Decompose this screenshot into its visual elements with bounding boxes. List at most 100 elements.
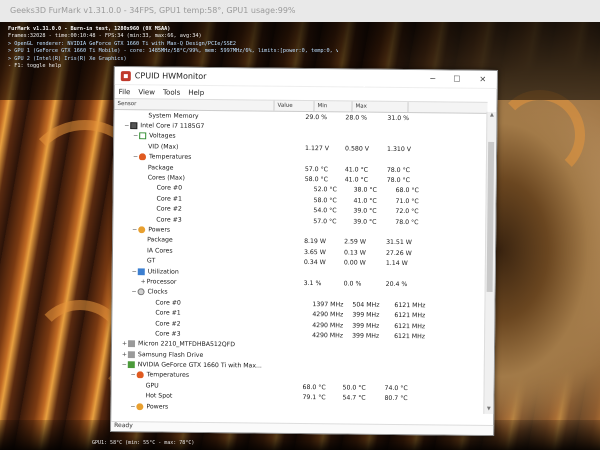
tree-toggle-icon[interactable]: −: [123, 122, 130, 129]
furmark-window-titlebar[interactable]: Geeks3D FurMark v1.31.0.0 - 34FPS, GPU1 …: [0, 0, 600, 22]
sensor-label: Temperatures: [148, 153, 192, 162]
sensor-name-cell: IA Cores: [113, 247, 300, 256]
power-icon: [138, 226, 146, 234]
sensor-min: 2.59 W: [344, 238, 367, 247]
sensor-name-cell: System Memory: [114, 112, 301, 121]
sensor-value: 58.0 °C: [313, 196, 337, 205]
sensor-max: 72.0 °C: [395, 208, 419, 216]
menu-help[interactable]: Help: [188, 88, 204, 96]
sensor-name-cell: Core #3: [112, 330, 308, 339]
sensor-value: 4290 MHz: [312, 321, 344, 329]
sensor-label: Samsung Flash Drive: [137, 350, 204, 359]
sensor-name-cell: Package: [113, 236, 300, 245]
sensor-tree[interactable]: System Memory 29.0 % 28.0 % 31.0 % − Intel Co…: [111, 110, 487, 415]
minimize-icon[interactable]: ─: [421, 70, 445, 87]
sensor-max: 31.51 W: [386, 239, 412, 247]
sensor-label: Core #3: [155, 330, 181, 338]
column-header-sensor[interactable]: Sensor: [114, 99, 275, 111]
menu-view[interactable]: View: [138, 88, 155, 96]
sensor-min: 28.0 %: [345, 114, 368, 122]
sensor-value: 79.1 °C: [302, 394, 326, 402]
vertical-scrollbar[interactable]: ▲ ▼: [483, 111, 497, 414]
scrollbar-thumb[interactable]: [486, 141, 495, 292]
sensor-value: 8.19 W: [304, 238, 327, 246]
fur-swirl-decoration: [495, 90, 585, 180]
sensor-max: 31.0 %: [387, 114, 410, 122]
sensor-max: 74.0 °C: [384, 384, 408, 392]
disk-icon: [127, 340, 136, 348]
sensor-name-cell: Core #0: [114, 184, 310, 193]
sensor-value: 29.0 %: [305, 113, 328, 121]
sensor-name-cell: Core #0: [112, 299, 308, 308]
tree-toggle-icon[interactable]: −: [130, 372, 137, 379]
hwmonitor-window[interactable]: CPUID HWMonitor ─ ☐ ✕ File View Tools He…: [110, 65, 498, 437]
sensor-label: Processor: [146, 278, 177, 286]
menu-tools[interactable]: Tools: [163, 88, 180, 96]
sensor-label: Core #0: [155, 299, 181, 307]
sensor-label: Core #0: [156, 184, 183, 193]
sensor-value: 3.1 %: [303, 279, 322, 288]
sensor-max: 68.0 °C: [395, 187, 419, 195]
sensor-label: Voltages: [149, 132, 176, 141]
sensor-label: Core #2: [155, 319, 181, 328]
temperature-icon: [136, 371, 144, 379]
sensor-min: 399 MHz: [352, 322, 380, 330]
sensor-max: 6121 MHz: [394, 312, 426, 320]
sensor-name-cell: − Intel Core i7 1185G7: [114, 122, 283, 131]
sensor-max: [370, 159, 426, 160]
furmark-overlay-text: FurMark v1.31.0.0 - Burn-in test, 1280x9…: [8, 26, 338, 70]
sensor-min: 41.0 °C: [353, 197, 377, 205]
sensor-value: 52.0 °C: [313, 186, 337, 194]
sensor-max: [359, 367, 415, 368]
sensor-name-cell: GPU: [111, 413, 298, 415]
sensor-label: IA Cores: [146, 247, 173, 255]
sensor-min: 50.0 °C: [342, 384, 366, 392]
sensor-name-cell: + Samsung Flash Drive: [112, 351, 281, 360]
tree-toggle-icon[interactable]: −: [131, 289, 138, 296]
sensor-name-cell: GPU: [112, 382, 299, 391]
sensor-name-cell: − Temperatures: [114, 153, 292, 162]
column-header-min[interactable]: Min: [314, 101, 353, 112]
sensor-max: 6121 MHz: [394, 332, 426, 341]
overlay-line: > OpenGL renderer: NVIDIA GeForce GTX 16…: [8, 40, 236, 47]
tree-toggle-icon[interactable]: −: [131, 226, 138, 233]
sensor-max: [361, 128, 417, 129]
tree-toggle-icon[interactable]: −: [132, 133, 139, 140]
sensor-max: 78.0 °C: [386, 176, 410, 185]
sensor-value: 68.0 °C: [302, 383, 326, 392]
sensor-value: 0.34 W: [303, 259, 326, 267]
maximize-icon[interactable]: ☐: [445, 70, 469, 87]
sensor-name-cell: VID (Max): [114, 143, 301, 152]
sensor-label: Temperatures: [146, 371, 190, 380]
sensor-label: Package: [147, 236, 173, 244]
menu-file[interactable]: File: [119, 88, 131, 96]
sensor-max: 1.310 V: [387, 145, 412, 153]
scroll-up-icon[interactable]: ▲: [487, 112, 496, 120]
chip-icon: [130, 122, 138, 130]
sensor-label: Core #1: [155, 309, 181, 317]
sensor-min: 0.0 %: [343, 280, 362, 288]
sensor-name-cell: Core #1: [114, 195, 310, 204]
close-icon[interactable]: ✕: [469, 71, 497, 88]
sensor-min: 38.0 °C: [353, 186, 377, 195]
sensor-value: 57.0 °C: [313, 217, 337, 225]
sensor-value: 58.0 °C: [304, 176, 328, 184]
tree-toggle-icon[interactable]: −: [132, 153, 139, 160]
sensor-value: 3.65 W: [303, 248, 326, 256]
column-header-max[interactable]: Max: [352, 101, 409, 113]
sensor-max: 27.26 W: [385, 249, 412, 257]
sensor-name-cell: − Powers: [111, 403, 289, 412]
sensor-label: Hot Spot: [145, 392, 173, 400]
sensor-max: 80.7 °C: [384, 395, 408, 403]
sensor-name-cell: − Temperatures: [112, 371, 290, 380]
column-header-value[interactable]: Value: [274, 100, 315, 112]
sensor-min: 39.0 °C: [353, 207, 377, 215]
hwmonitor-app-icon[interactable]: [120, 70, 131, 81]
sensor-name-cell: − Clocks: [113, 288, 291, 297]
sensor-label: Utilization: [147, 267, 179, 276]
sensor-value: 57.0 °C: [304, 165, 329, 173]
tree-toggle-icon[interactable]: −: [129, 403, 136, 410]
overlay-line: > GPU 2 (Intel(R) Iris(R) Xe Graphics): [8, 55, 127, 62]
scroll-down-icon[interactable]: ▼: [484, 406, 493, 414]
sensor-label: Powers: [148, 226, 171, 234]
